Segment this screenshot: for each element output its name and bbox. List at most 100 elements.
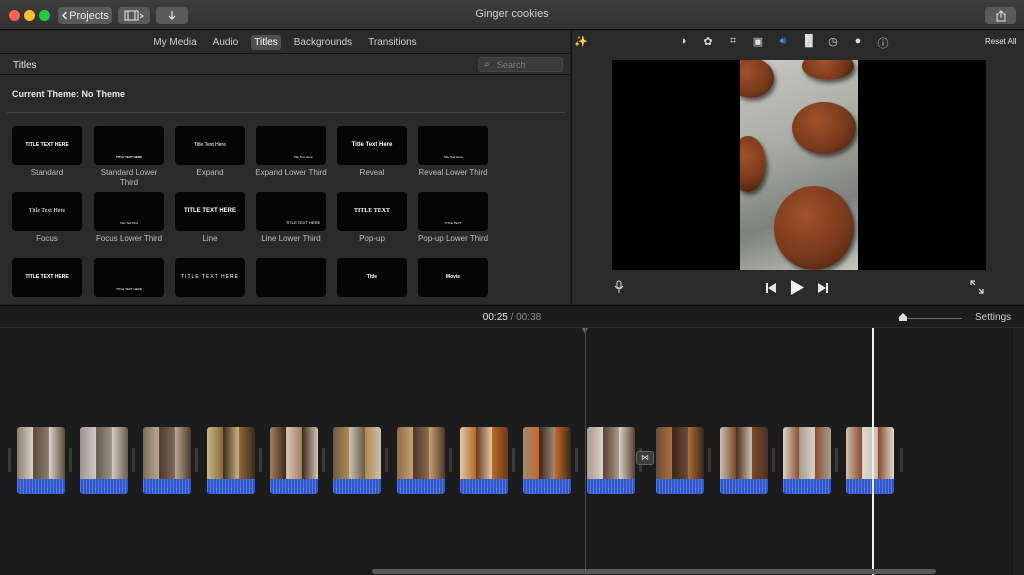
tab-my-media[interactable]: My Media bbox=[150, 35, 199, 50]
search-box[interactable]: ⌕ bbox=[478, 57, 563, 72]
clip-trim-handle[interactable] bbox=[195, 448, 198, 472]
clip-trim-handle[interactable] bbox=[449, 448, 452, 472]
video-clip[interactable] bbox=[656, 427, 704, 494]
magic-wand-icon[interactable]: ✨ bbox=[574, 35, 588, 48]
clip-trim-handle[interactable] bbox=[708, 448, 711, 472]
title-template[interactable]: TITLE TEXT HERE bbox=[93, 258, 165, 300]
title-thumbnail[interactable]: TITLE TEXT HERE bbox=[175, 258, 245, 297]
video-clip[interactable] bbox=[80, 427, 128, 494]
title-template[interactable] bbox=[255, 258, 327, 300]
title-template[interactable]: TITLE TEXT HERE Standard bbox=[11, 126, 83, 178]
video-clip[interactable] bbox=[523, 427, 571, 494]
title-template[interactable]: Title Text Here Focus Lower Third bbox=[93, 192, 165, 244]
clip-trim-handle[interactable] bbox=[385, 448, 388, 472]
title-template[interactable]: Title bbox=[336, 258, 408, 300]
info-icon[interactable]: ⓘ bbox=[876, 35, 890, 51]
skip-forward-icon[interactable] bbox=[818, 283, 828, 293]
reset-all-button[interactable]: Reset All bbox=[985, 37, 1017, 46]
title-template[interactable]: TITLE TEXT Pop-up bbox=[336, 192, 408, 244]
title-template[interactable]: TITLE TEXT HERE Line bbox=[174, 192, 246, 244]
video-clip[interactable] bbox=[397, 427, 445, 494]
title-template[interactable]: Title Text Here Reveal Lower Third bbox=[417, 126, 489, 178]
title-template[interactable]: TITLE TEXT HERE Line Lower Third bbox=[255, 192, 327, 244]
clip-trim-handle[interactable] bbox=[512, 448, 515, 472]
video-clip[interactable] bbox=[207, 427, 255, 494]
video-clip[interactable] bbox=[333, 427, 381, 494]
clip-trim-handle[interactable] bbox=[132, 448, 135, 472]
stabilization-camera-icon[interactable]: ▣ bbox=[751, 35, 765, 48]
title-thumbnail[interactable]: TITLE TEXT bbox=[418, 192, 488, 231]
microphone-icon[interactable] bbox=[614, 280, 624, 294]
color-palette-icon[interactable]: ✿ bbox=[701, 35, 715, 48]
title-template[interactable]: Title Text Here Reveal bbox=[336, 126, 408, 178]
total-time: 00:38 bbox=[516, 312, 542, 323]
title-thumbnail[interactable] bbox=[256, 258, 326, 297]
video-clip[interactable] bbox=[460, 427, 508, 494]
audio-waveform bbox=[587, 479, 635, 494]
fullscreen-icon[interactable] bbox=[970, 280, 984, 294]
video-clip[interactable] bbox=[587, 427, 635, 494]
tab-titles[interactable]: Titles bbox=[251, 34, 281, 50]
equalizer-icon[interactable]: ▐▌ bbox=[801, 35, 817, 47]
title-template[interactable]: TITLE TEXT HERE Standard Lower Third bbox=[93, 126, 165, 187]
title-thumbnail[interactable]: Title bbox=[337, 258, 407, 297]
playhead[interactable] bbox=[872, 328, 874, 575]
title-template[interactable]: TITLE TEXT HERE bbox=[11, 258, 83, 300]
tab-backgrounds[interactable]: Backgrounds bbox=[291, 35, 355, 50]
search-icon: ⌕ bbox=[484, 59, 490, 70]
clip-trim-handle[interactable] bbox=[575, 448, 578, 472]
title-template[interactable]: Title Text Here Expand Lower Third bbox=[255, 126, 327, 178]
timeline-zoom-slider[interactable] bbox=[898, 313, 962, 322]
title-template[interactable]: Title Text Here Focus bbox=[11, 192, 83, 244]
clip-trim-handle[interactable] bbox=[259, 448, 262, 472]
title-thumbnail[interactable]: TITLE TEXT HERE bbox=[175, 192, 245, 231]
video-clip[interactable] bbox=[17, 427, 65, 494]
title-thumbnail[interactable]: Title Text Here bbox=[175, 126, 245, 165]
title-template[interactable]: TITLE TEXT Pop-up Lower Third bbox=[417, 192, 489, 244]
video-clip[interactable] bbox=[846, 427, 894, 494]
title-preview-text: Title Text Here bbox=[194, 141, 226, 148]
play-icon[interactable] bbox=[790, 280, 804, 295]
section-title: Titles bbox=[13, 60, 37, 71]
title-thumbnail[interactable]: Title Text Here bbox=[337, 126, 407, 165]
tab-transitions[interactable]: Transitions bbox=[365, 35, 420, 50]
clip-trim-handle[interactable] bbox=[835, 448, 838, 472]
volume-icon[interactable]: 🔊︎ bbox=[776, 35, 790, 48]
title-thumbnail[interactable]: TITLE TEXT HERE bbox=[12, 258, 82, 297]
clip-filter-icon[interactable]: ● bbox=[851, 35, 865, 47]
title-template[interactable]: TITLE TEXT HERE bbox=[174, 258, 246, 300]
title-thumbnail[interactable]: TITLE TEXT HERE bbox=[94, 258, 164, 297]
video-clip[interactable] bbox=[783, 427, 831, 494]
title-thumbnail[interactable]: TITLE TEXT HERE bbox=[256, 192, 326, 231]
audio-waveform bbox=[207, 479, 255, 494]
clip-trim-handle[interactable] bbox=[322, 448, 325, 472]
video-clip[interactable] bbox=[720, 427, 768, 494]
crop-icon[interactable]: ⌗ bbox=[726, 35, 740, 48]
clip-trim-handle[interactable] bbox=[772, 448, 775, 472]
video-clip[interactable] bbox=[270, 427, 318, 494]
clip-trim-handle[interactable] bbox=[8, 448, 11, 472]
title-template[interactable]: Movie bbox=[417, 258, 489, 300]
tab-audio[interactable]: Audio bbox=[210, 35, 242, 50]
title-thumbnail[interactable]: TITLE TEXT HERE bbox=[94, 126, 164, 165]
timeline-settings-button[interactable]: Settings bbox=[975, 312, 1011, 323]
speed-icon[interactable]: ◷ bbox=[826, 35, 840, 48]
title-thumbnail[interactable]: Movie bbox=[418, 258, 488, 297]
share-button[interactable] bbox=[985, 7, 1016, 24]
title-thumbnail[interactable]: Title Text Here bbox=[12, 192, 82, 231]
transition-icon[interactable]: ⋈ bbox=[636, 451, 654, 465]
title-thumbnail[interactable]: Title Text Here bbox=[94, 192, 164, 231]
title-thumbnail[interactable]: TITLE TEXT HERE bbox=[12, 126, 82, 165]
title-template[interactable]: Title Text Here Expand bbox=[174, 126, 246, 178]
skip-back-icon[interactable] bbox=[766, 283, 776, 293]
video-clip[interactable] bbox=[143, 427, 191, 494]
title-thumbnail[interactable]: Title Text Here bbox=[256, 126, 326, 165]
title-thumbnail[interactable]: TITLE TEXT bbox=[337, 192, 407, 231]
title-thumbnail[interactable]: Title Text Here bbox=[418, 126, 488, 165]
clip-trim-handle[interactable] bbox=[69, 448, 72, 472]
clip-thumbnail bbox=[720, 427, 768, 479]
horizontal-scrollbar[interactable] bbox=[372, 569, 936, 574]
search-input[interactable] bbox=[497, 58, 561, 71]
color-balance-icon[interactable]: ◑ bbox=[676, 35, 690, 47]
clip-trim-handle[interactable] bbox=[900, 448, 903, 472]
